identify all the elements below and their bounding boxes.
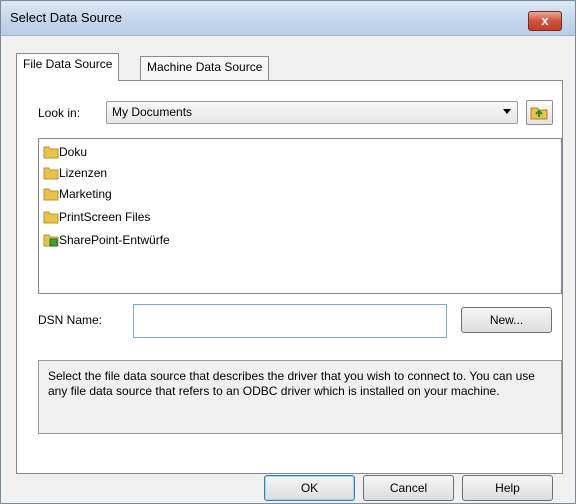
dsn-name-field[interactable] [133, 304, 447, 338]
look-in-value: My Documents [112, 105, 193, 119]
folder-icon [43, 167, 59, 180]
tab-machine-data-source[interactable]: Machine Data Source [140, 56, 270, 80]
tab-file-data-source[interactable]: File Data Source [16, 53, 120, 81]
tab-label: File Data Source [23, 57, 113, 71]
file-name: Lizenzen [59, 166, 108, 180]
folder-icon [43, 188, 59, 201]
folder-up-icon [530, 107, 548, 120]
file-name: Marketing [59, 187, 112, 201]
up-one-level-button[interactable] [526, 100, 553, 125]
help-button[interactable]: Help [462, 475, 553, 501]
close-button[interactable]: x [528, 11, 562, 31]
description-text: Select the file data source that describ… [48, 369, 535, 398]
file-list[interactable]: Doku Lizenzen Marketing PrintScreen File… [38, 138, 562, 294]
dialog-client-area: File Data Source Machine Data Source Loo… [7, 36, 569, 501]
folder-icon [43, 211, 59, 224]
file-name: SharePoint-Entwürfe [59, 233, 170, 247]
description-box: Select the file data source that describ… [38, 360, 562, 434]
file-name: PrintScreen Files [59, 210, 151, 224]
sharepoint-folder-icon [43, 234, 59, 247]
window-title: Select Data Source [10, 10, 123, 25]
look-in-label: Look in: [38, 106, 81, 120]
tab-label: Machine Data Source [147, 60, 263, 74]
look-in-dropdown[interactable]: My Documents [106, 101, 518, 124]
file-name: Doku [59, 145, 88, 159]
new-button[interactable]: New... [461, 307, 552, 333]
cancel-button[interactable]: Cancel [363, 475, 454, 501]
dsn-name-label: DSN Name: [38, 313, 103, 327]
title-bar[interactable]: Select Data Source x [1, 1, 575, 36]
select-data-source-dialog: Select Data Source x File Data Source Ma… [0, 0, 576, 504]
ok-button[interactable]: OK [264, 475, 355, 501]
dropdown-arrow-icon [503, 109, 511, 114]
folder-icon [43, 146, 59, 159]
